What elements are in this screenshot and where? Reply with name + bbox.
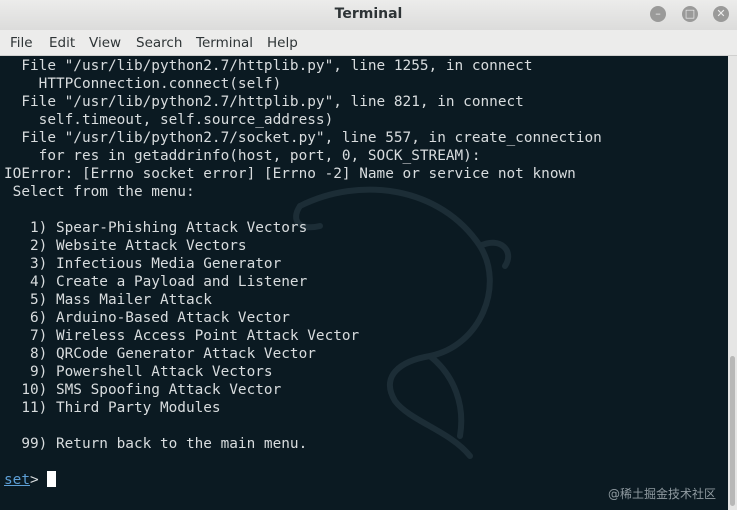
- terminal-area[interactable]: File "/usr/lib/python2.7/httplib.py", li…: [0, 56, 728, 510]
- error-line: IOError: [Errno socket error] [Errno -2]…: [4, 166, 576, 182]
- menu-option: 1) Spear-Phishing Attack Vectors: [4, 220, 308, 236]
- output-line: File "/usr/lib/python2.7/httplib.py", li…: [4, 94, 524, 110]
- text-cursor: [47, 471, 57, 487]
- menu-help[interactable]: Help: [267, 35, 298, 51]
- prompt-suffix: >: [30, 472, 48, 488]
- close-icon[interactable]: ✕: [713, 6, 729, 22]
- scrollbar[interactable]: [728, 56, 737, 510]
- scrollbar-thumb[interactable]: [730, 356, 735, 506]
- output-line: self.timeout, self.source_address): [4, 112, 334, 128]
- terminal-output: File "/usr/lib/python2.7/httplib.py", li…: [4, 57, 602, 489]
- menu-option: 6) Arduino-Based Attack Vector: [4, 310, 290, 326]
- menu-edit[interactable]: Edit: [49, 35, 75, 51]
- window-title: Terminal: [334, 6, 403, 22]
- watermark: @稀土掘金技术社区: [607, 487, 716, 501]
- prompt-label: set: [4, 472, 30, 488]
- menu-option: 11) Third Party Modules: [4, 400, 221, 416]
- output-line: HTTPConnection.connect(self): [4, 76, 282, 92]
- prompt-line[interactable]: set>: [4, 471, 602, 489]
- menu-option: 4) Create a Payload and Listener: [4, 274, 308, 290]
- output-line: File "/usr/lib/python2.7/socket.py", lin…: [4, 130, 602, 146]
- terminal-window: Terminal – □ ✕ File Edit View Search Ter…: [0, 0, 737, 510]
- menu-option: 9) Powershell Attack Vectors: [4, 364, 273, 380]
- menu-option: 3) Infectious Media Generator: [4, 256, 282, 272]
- menu-option: 99) Return back to the main menu.: [4, 436, 308, 452]
- minimize-icon[interactable]: –: [650, 6, 666, 22]
- maximize-icon[interactable]: □: [682, 6, 698, 22]
- menu-heading: Select from the menu:: [4, 184, 195, 200]
- menu-search[interactable]: Search: [136, 35, 182, 51]
- menu-option: 7) Wireless Access Point Attack Vector: [4, 328, 360, 344]
- menu-option: 10) SMS Spoofing Attack Vector: [4, 382, 282, 398]
- menu-option: 5) Mass Mailer Attack: [4, 292, 212, 308]
- menu-option: 2) Website Attack Vectors: [4, 238, 247, 254]
- menu-bar: File Edit View Search Terminal Help: [0, 30, 737, 56]
- title-bar[interactable]: Terminal – □ ✕: [0, 0, 737, 31]
- menu-view[interactable]: View: [89, 35, 121, 51]
- output-line: for res in getaddrinfo(host, port, 0, SO…: [4, 148, 481, 164]
- output-line: File "/usr/lib/python2.7/httplib.py", li…: [4, 58, 533, 74]
- menu-terminal[interactable]: Terminal: [196, 35, 253, 51]
- menu-file[interactable]: File: [10, 35, 33, 51]
- menu-option: 8) QRCode Generator Attack Vector: [4, 346, 316, 362]
